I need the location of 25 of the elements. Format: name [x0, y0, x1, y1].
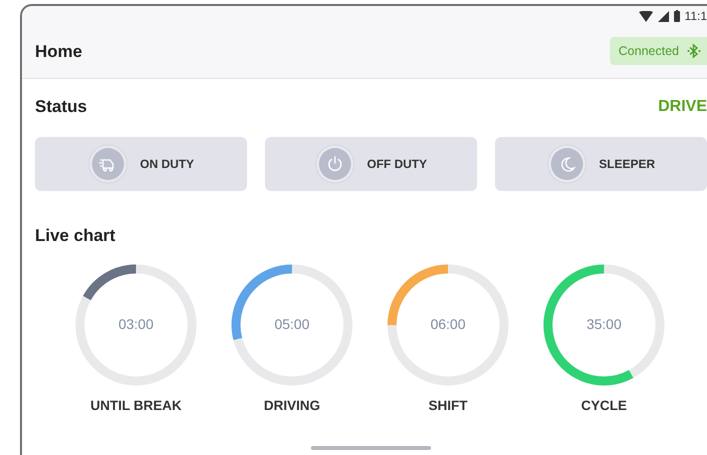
signal-icon	[658, 10, 669, 22]
wifi-icon	[638, 10, 653, 22]
truck-icon	[88, 144, 128, 184]
power-icon	[315, 144, 355, 184]
gauge-label: DRIVING	[264, 398, 320, 413]
moon-icon	[546, 144, 587, 184]
home-indicator[interactable]	[311, 446, 431, 450]
section-title: Live chart	[35, 226, 116, 246]
current-status: DRIVE	[658, 98, 707, 116]
gauge-value: 05:00	[273, 316, 311, 332]
sleeper-button[interactable]: SLEEPER	[495, 137, 707, 191]
gauge-label: UNTIL BREAK	[90, 398, 182, 413]
battery-icon	[674, 10, 680, 22]
on-duty-button[interactable]: ON DUTY	[35, 137, 247, 191]
off-duty-button[interactable]: OFF DUTY	[265, 137, 477, 191]
gauge-label: CYCLE	[581, 398, 627, 413]
gauge-value: 03:00	[117, 316, 155, 332]
gauge-label: SHIFT	[428, 398, 468, 413]
connection-label: Connected	[618, 44, 679, 58]
gauge-value: 35:00	[585, 316, 623, 332]
bluetooth-icon	[687, 43, 701, 59]
screen-title: Home	[35, 42, 82, 62]
status-time: 11:1	[684, 9, 707, 23]
section-title: Status	[35, 97, 87, 117]
gauge-value: 06:00	[429, 316, 467, 332]
